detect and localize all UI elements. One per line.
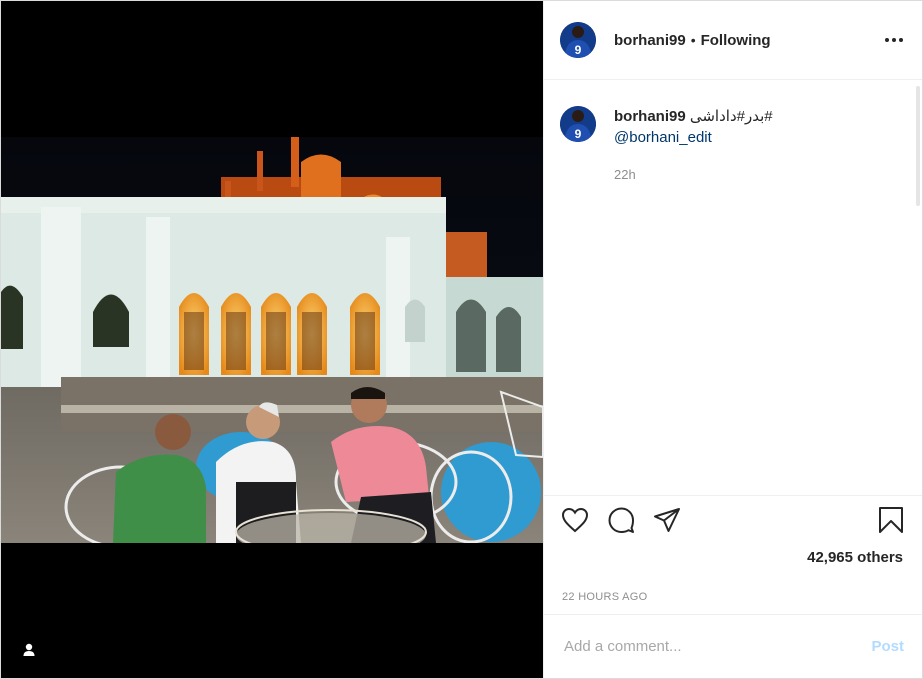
add-comment-bar: Post	[544, 614, 922, 678]
paper-plane-icon[interactable]	[652, 505, 682, 535]
more-options-icon[interactable]	[882, 28, 906, 52]
post-photo[interactable]	[1, 137, 543, 543]
avatar[interactable]: 9	[560, 22, 596, 58]
caption-username[interactable]: borhani99	[614, 108, 686, 125]
following-button[interactable]: Following	[701, 32, 771, 49]
avatar-jersey-number: 9	[575, 43, 582, 57]
bookmark-icon[interactable]	[876, 505, 906, 535]
heart-icon[interactable]	[560, 505, 590, 535]
post-timestamp[interactable]: 22 HOURS AGO	[544, 573, 922, 614]
media-panel	[1, 1, 543, 678]
comment-bubble-icon[interactable]	[606, 505, 636, 535]
post-dialog: 9 borhani99 • Following 9 borhani99 #بدر…	[0, 0, 923, 679]
caption-time[interactable]: 22h	[614, 164, 773, 185]
post-header: 9 borhani99 • Following	[544, 1, 922, 80]
comments-scrollbar[interactable]	[914, 80, 922, 495]
header-separator: •	[690, 32, 696, 48]
action-bar	[544, 495, 922, 543]
post-comment-button[interactable]: Post	[871, 638, 904, 655]
caption-body: borhani99 #بدر#داداشی @borhani_edit 22h	[614, 106, 773, 185]
user-tag-icon[interactable]	[17, 638, 41, 662]
comments-area: 9 borhani99 #بدر#داداشی @borhani_edit 22…	[544, 80, 922, 495]
caption: 9 borhani99 #بدر#داداشی @borhani_edit 22…	[560, 106, 906, 185]
caption-hashtags[interactable]: #بدر#داداشی	[690, 108, 773, 125]
details-panel: 9 borhani99 • Following 9 borhani99 #بدر…	[543, 1, 922, 678]
likes-count[interactable]: 42,965 others	[544, 543, 922, 573]
comment-input[interactable]	[562, 637, 872, 656]
caption-mention[interactable]: @borhani_edit	[614, 129, 712, 146]
caption-avatar-jersey-number: 9	[575, 127, 582, 141]
header-username[interactable]: borhani99	[614, 32, 686, 49]
caption-avatar[interactable]: 9	[560, 106, 596, 142]
